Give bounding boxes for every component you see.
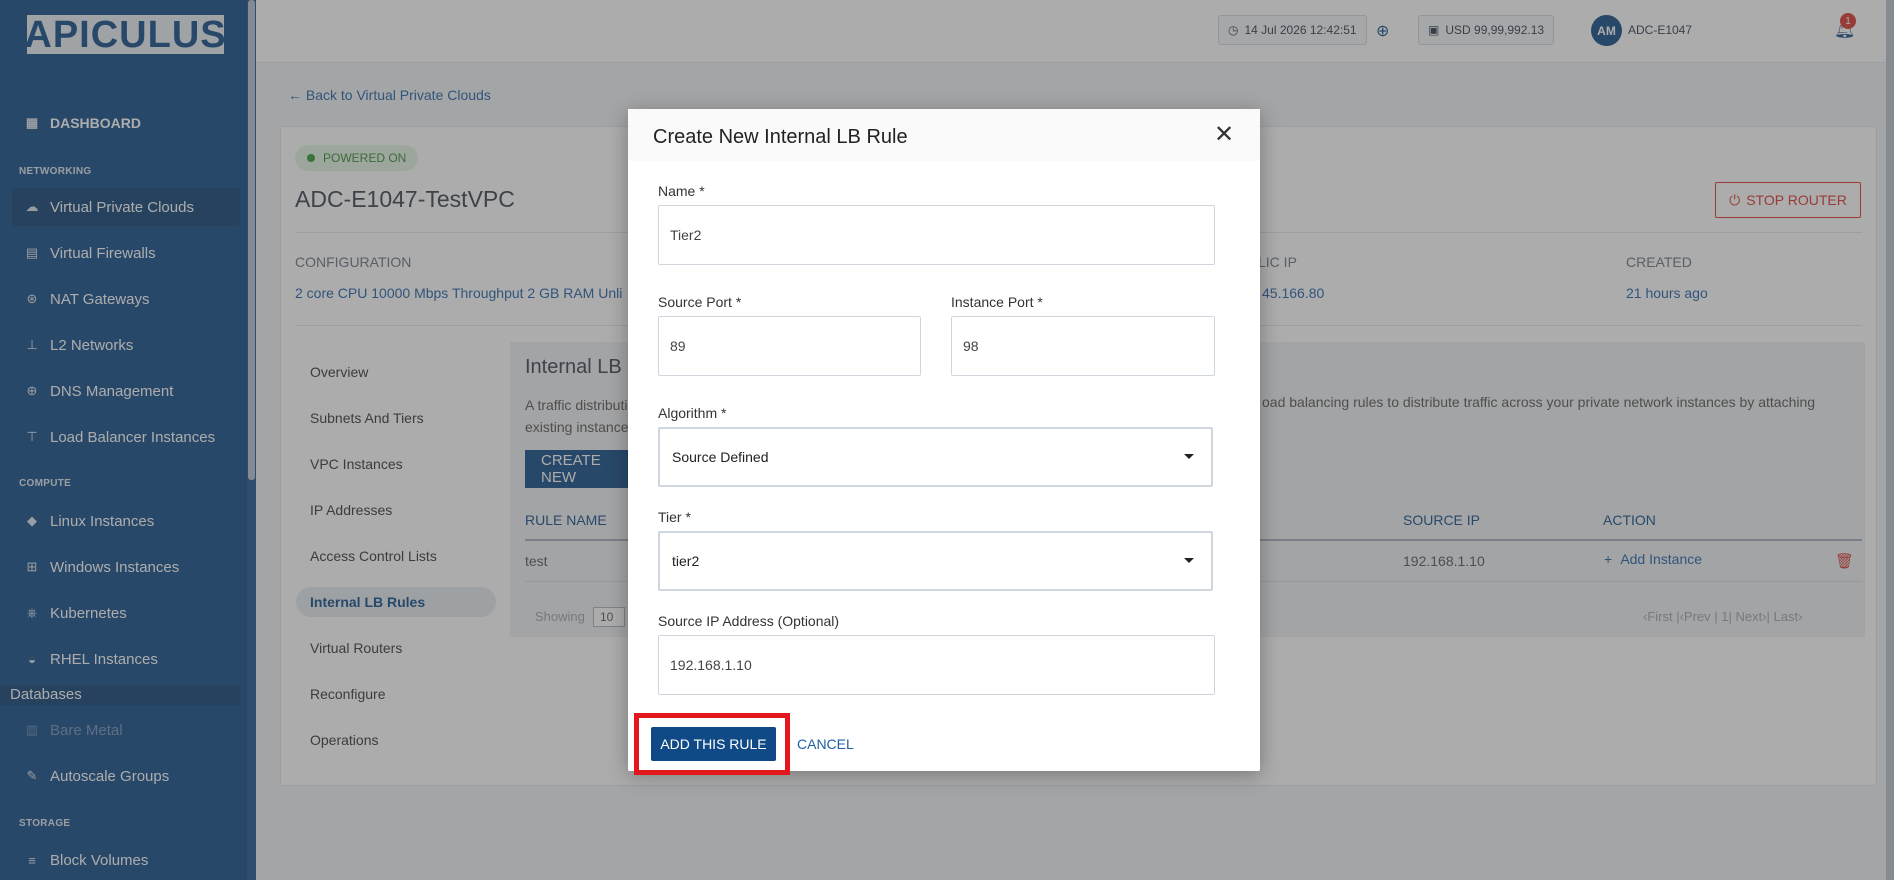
source-port-field[interactable] <box>658 316 921 376</box>
algorithm-select[interactable]: Source Defined <box>658 427 1213 487</box>
modal-title: Create New Internal LB Rule <box>653 126 908 148</box>
tier-select[interactable]: tier2 <box>658 531 1213 591</box>
instance-port-label: Instance Port * <box>951 294 1043 310</box>
name-field[interactable] <box>658 205 1215 265</box>
tier-label: Tier * <box>658 509 691 525</box>
algorithm-label: Algorithm * <box>658 405 727 421</box>
cancel-button[interactable]: CANCEL <box>797 736 854 752</box>
source-ip-field[interactable] <box>658 635 1215 695</box>
caret-down-icon <box>1184 558 1194 563</box>
name-label: Name * <box>658 183 705 199</box>
source-port-label: Source Port * <box>658 294 742 310</box>
caret-down-icon <box>1184 454 1194 459</box>
tier-value: tier2 <box>672 553 700 569</box>
instance-port-field[interactable] <box>951 316 1215 376</box>
close-icon[interactable]: ✕ <box>1211 121 1237 148</box>
algorithm-value: Source Defined <box>672 449 769 465</box>
create-lb-rule-modal: Create New Internal LB Rule ✕ Name * Sou… <box>628 109 1260 775</box>
source-ip-label: Source IP Address (Optional) <box>658 613 840 629</box>
add-this-rule-button[interactable]: ADD THIS RULE <box>651 727 776 761</box>
